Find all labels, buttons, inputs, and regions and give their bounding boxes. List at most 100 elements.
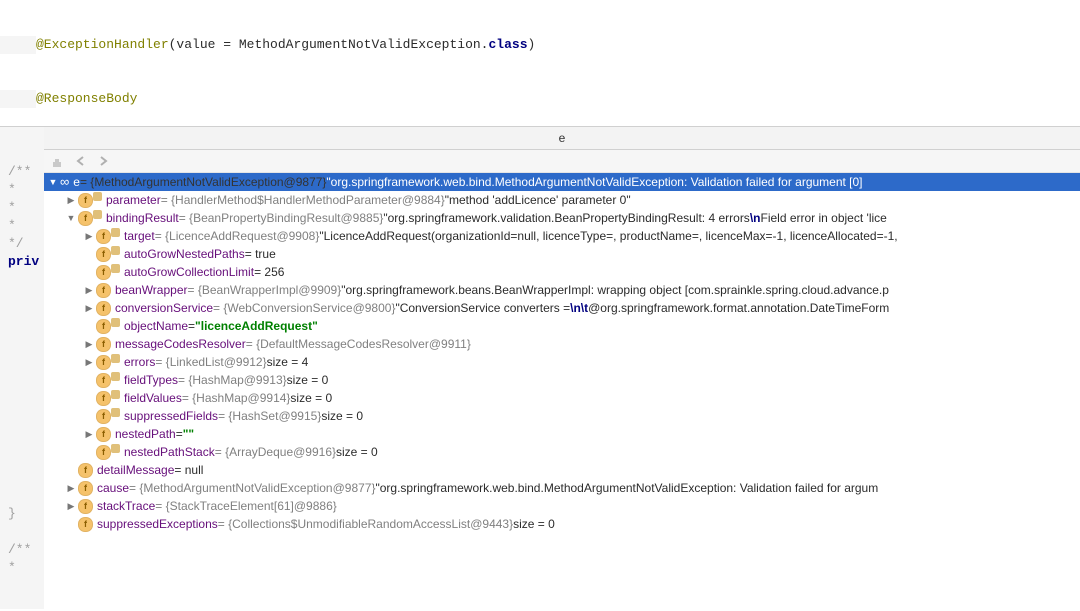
tree-node-stacktrace[interactable]: ▶ f stackTrace = {StackTraceElement[61]@… — [44, 497, 1080, 515]
lock-icon — [93, 210, 102, 219]
var-string: "org.springframework.validation.BeanProp… — [383, 209, 749, 227]
field-icon: f — [96, 427, 111, 442]
lock-icon — [111, 354, 120, 363]
var-string: @org.springframework.format.annotation.D… — [588, 299, 889, 317]
expand-icon[interactable]: ▶ — [66, 191, 76, 209]
var-name: cause — [97, 479, 129, 497]
tree-node-detailmessage[interactable]: f detailMessage = null — [44, 461, 1080, 479]
var-value: = 256 — [254, 263, 284, 281]
tree-node-fieldvalues[interactable]: f fieldValues = {HashMap@9914} size = 0 — [44, 389, 1080, 407]
tree-node-suppressedfields[interactable]: f suppressedFields = {HashSet@9915} size… — [44, 407, 1080, 425]
var-type: = {ArrayDeque@9916} — [215, 443, 336, 461]
escape-seq: \n\t — [570, 299, 588, 317]
var-value: size = 0 — [513, 515, 555, 533]
field-icon: f — [96, 355, 111, 370]
field-icon: f — [96, 445, 111, 460]
field-icon: f — [96, 391, 111, 406]
field-icon: f — [96, 229, 111, 244]
expand-icon[interactable]: ▶ — [84, 425, 94, 443]
variables-tree[interactable]: ▼ ∞ e = {MethodArgumentNotValidException… — [44, 173, 1080, 611]
tree-node-beanwrapper[interactable]: ▶ f beanWrapper = {BeanWrapperImpl@9909}… — [44, 281, 1080, 299]
collapse-icon[interactable]: ▼ — [66, 209, 76, 227]
var-name: nestedPath — [115, 425, 176, 443]
tree-node-target[interactable]: ▶ f target = {LicenceAddRequest@9908} "L… — [44, 227, 1080, 245]
var-type: = {LicenceAddRequest@9908} — [155, 227, 320, 245]
tree-node-parameter[interactable]: ▶ f parameter = {HandlerMethod$HandlerMe… — [44, 191, 1080, 209]
tree-node-messagecodesresolver[interactable]: ▶ f messageCodesResolver = {DefaultMessa… — [44, 335, 1080, 353]
tree-node-cause[interactable]: ▶ f cause = {MethodArgumentNotValidExcep… — [44, 479, 1080, 497]
field-icon: f — [96, 319, 111, 334]
field-icon: f — [96, 301, 111, 316]
var-eq: = {MethodArgumentNotValidException@9877} — [80, 173, 326, 191]
tree-node-nestedpathstack[interactable]: f nestedPathStack = {ArrayDeque@9916} si… — [44, 443, 1080, 461]
lock-icon — [111, 372, 120, 381]
annotation-exceptionhandler: @ExceptionHandler — [36, 37, 169, 52]
var-name: fieldTypes — [124, 371, 178, 389]
var-value: size = 4 — [267, 353, 309, 371]
var-type: = {DefaultMessageCodesResolver@9911} — [246, 335, 471, 353]
panel-toolbar — [44, 150, 1080, 173]
tree-node-fieldtypes[interactable]: f fieldTypes = {HashMap@9913} size = 0 — [44, 371, 1080, 389]
expand-icon[interactable]: ▶ — [84, 281, 94, 299]
field-icon: f — [96, 373, 111, 388]
expand-icon[interactable]: ▶ — [84, 227, 94, 245]
var-type: = {StackTraceElement[61]@9886} — [155, 497, 337, 515]
var-name: stackTrace — [97, 497, 155, 515]
tree-node-conversionservice[interactable]: ▶ f conversionService = {WebConversionSe… — [44, 299, 1080, 317]
debug-variables-panel: e ▼ ∞ e = {MethodArgumentNotValidExcepti… — [44, 126, 1080, 609]
var-type: = {HashSet@9915} — [218, 407, 321, 425]
tree-node-bindingresult[interactable]: ▼ f bindingResult = {BeanPropertyBinding… — [44, 209, 1080, 227]
var-name: fieldValues — [124, 389, 182, 407]
left-gutter-under-panel: /** * * * */ priv } /** * — [0, 126, 44, 609]
var-string: "LicenceAddRequest(organizationId=null, … — [319, 227, 897, 245]
expand-icon[interactable]: ▶ — [84, 299, 94, 317]
var-value: size = 0 — [290, 389, 332, 407]
expand-icon[interactable]: ▶ — [66, 497, 76, 515]
code-text: ) — [528, 37, 536, 52]
tree-node-errors[interactable]: ▶ f errors = {LinkedList@9912} size = 4 — [44, 353, 1080, 371]
field-icon: f — [96, 337, 111, 352]
var-name: objectName — [124, 317, 188, 335]
var-type: = {HashMap@9913} — [178, 371, 287, 389]
tree-node-objectname[interactable]: f objectName = "licenceAddRequest" — [44, 317, 1080, 335]
var-type: = {BeanPropertyBindingResult@9885} — [179, 209, 384, 227]
var-name: detailMessage — [97, 461, 174, 479]
collapse-icon[interactable]: ▼ — [48, 173, 58, 191]
var-string: Field error in object 'lice — [760, 209, 886, 227]
var-string: "org.springframework.beans.BeanWrapperIm… — [341, 281, 889, 299]
lock-icon — [111, 264, 120, 273]
var-string: "method 'addLicence' parameter 0" — [445, 191, 631, 209]
tree-node-e[interactable]: ▼ ∞ e = {MethodArgumentNotValidException… — [44, 173, 1080, 191]
tree-node-nestedpath[interactable]: ▶ f nestedPath = "" — [44, 425, 1080, 443]
field-icon: f — [96, 247, 111, 262]
panel-tab-bar: e — [44, 127, 1080, 150]
field-icon: f — [96, 283, 111, 298]
expand-icon[interactable]: ▶ — [84, 353, 94, 371]
lock-icon — [111, 228, 120, 237]
tree-node-autogrowcollectionlimit[interactable]: f autoGrowCollectionLimit = 256 — [44, 263, 1080, 281]
lock-icon — [111, 408, 120, 417]
back-icon[interactable] — [74, 154, 88, 168]
variable-tab-e[interactable]: e — [559, 127, 566, 149]
expand-icon[interactable]: ▶ — [66, 479, 76, 497]
var-type: = {WebConversionService@9800} — [213, 299, 395, 317]
new-watch-icon[interactable] — [52, 154, 66, 168]
var-type: = {HashMap@9914} — [182, 389, 291, 407]
var-type: = {HandlerMethod$HandlerMethodParameter@… — [161, 191, 445, 209]
var-name: suppressedFields — [124, 407, 218, 425]
var-name: parameter — [106, 191, 161, 209]
tree-node-suppressedexceptions[interactable]: f suppressedExceptions = {Collections$Un… — [44, 515, 1080, 533]
forward-icon[interactable] — [96, 154, 110, 168]
var-name: conversionService — [115, 299, 213, 317]
var-name: target — [124, 227, 155, 245]
field-icon: f — [96, 409, 111, 424]
lock-icon — [93, 192, 102, 201]
expand-icon[interactable]: ▶ — [84, 335, 94, 353]
var-value: = null — [174, 461, 203, 479]
var-name: autoGrowNestedPaths — [124, 245, 245, 263]
var-string: "licenceAddRequest" — [195, 317, 318, 335]
var-name: beanWrapper — [115, 281, 188, 299]
field-icon: f — [78, 481, 93, 496]
field-icon: f — [78, 463, 93, 478]
tree-node-autogrownestedpaths[interactable]: f autoGrowNestedPaths = true — [44, 245, 1080, 263]
